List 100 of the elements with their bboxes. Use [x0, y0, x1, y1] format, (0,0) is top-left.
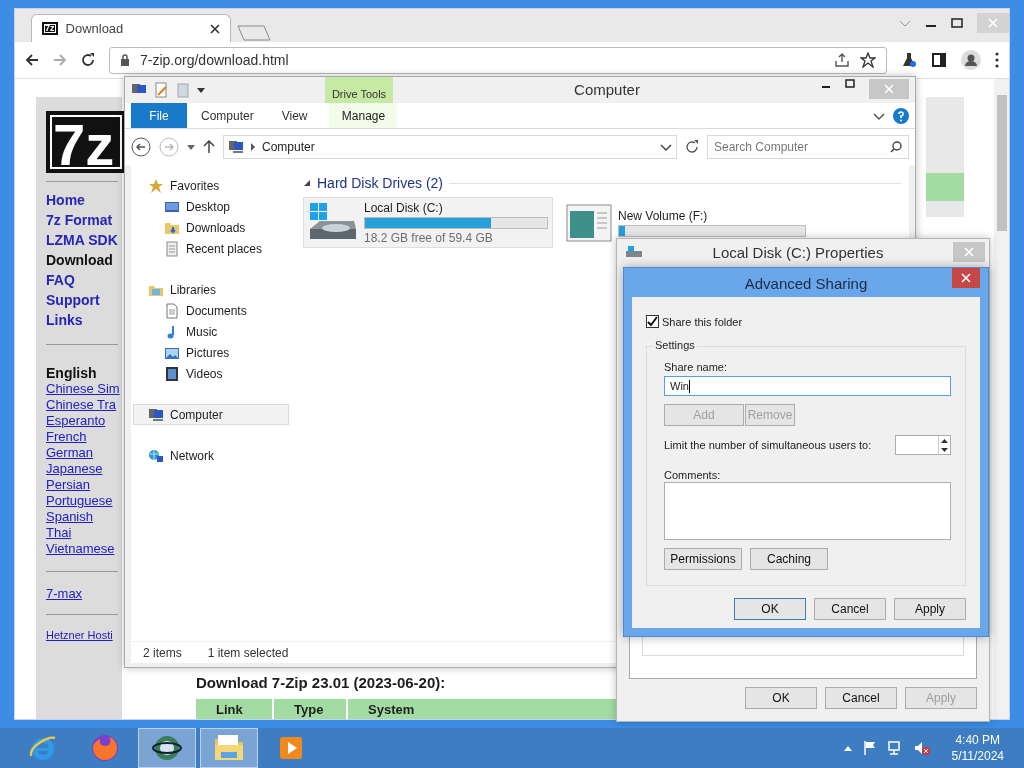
chevron-up-icon[interactable]: [843, 745, 852, 751]
nav-link[interactable]: FAQ: [46, 270, 122, 290]
lock-icon: [120, 54, 130, 66]
site-favicon: 7z: [42, 22, 58, 35]
language-link[interactable]: French: [46, 429, 122, 445]
flask-icon[interactable]: [901, 52, 917, 68]
dialog-button[interactable]: OK: [745, 687, 817, 709]
refresh-icon[interactable]: [685, 140, 699, 154]
browser-tab[interactable]: 7z Download: [31, 14, 231, 42]
checkbox-label: Share this folder: [662, 315, 743, 328]
nav-link[interactable]: LZMA SDK: [46, 230, 122, 250]
up-icon[interactable]: [203, 140, 215, 154]
maximize-icon[interactable]: [845, 79, 855, 89]
fox-globe-icon: [89, 732, 121, 764]
dropdown-icon[interactable]: [187, 143, 195, 151]
group-heading: Hard Disk Drives (2): [317, 175, 443, 191]
back-icon[interactable]: [131, 137, 151, 157]
language-link[interactable]: Thai: [46, 525, 122, 541]
chevron-down-icon[interactable]: [660, 142, 672, 152]
language-link[interactable]: Spanish: [46, 509, 122, 525]
computer-icon: [148, 406, 164, 423]
nav-item[interactable]: Favorites: [133, 175, 289, 196]
maximize-icon[interactable]: [951, 18, 963, 28]
collapse-icon[interactable]: [303, 179, 311, 187]
text-field[interactable]: Win: [664, 376, 951, 396]
checkbox[interactable]: [646, 315, 659, 328]
dropdown-icon[interactable]: [197, 86, 205, 94]
dialog-button[interactable]: Caching: [750, 548, 828, 570]
network-icon: [148, 447, 164, 464]
sponsor-link[interactable]: Hetzner Hosti: [46, 629, 122, 641]
flag-icon[interactable]: [861, 740, 878, 756]
column-header: Type: [274, 699, 348, 719]
nav-item[interactable]: Pictures: [133, 342, 289, 363]
chevron-down-icon[interactable]: [873, 110, 885, 121]
section-heading: Download 7-Zip 23.01 (2023-06-20):: [196, 674, 447, 691]
drive-name: Local Disk (C:): [364, 200, 444, 215]
nav-item[interactable]: Libraries: [133, 279, 289, 300]
table-cell: [926, 173, 964, 201]
nav-link[interactable]: 7z Format: [46, 210, 122, 230]
search-field[interactable]: Search Computer: [707, 135, 909, 159]
nav-link[interactable]: Download: [46, 250, 122, 270]
language-link[interactable]: Japanese: [46, 461, 122, 477]
dialog-button[interactable]: Apply: [894, 598, 966, 620]
reload-icon[interactable]: [81, 53, 95, 67]
taskbar-app[interactable]: [138, 728, 196, 768]
menu-icon[interactable]: [995, 52, 999, 68]
nav-item[interactable]: Downloads: [133, 217, 289, 238]
address-field[interactable]: Computer: [223, 135, 677, 159]
language-link[interactable]: Chinese Tra: [46, 397, 122, 413]
nav-link[interactable]: Home: [46, 190, 122, 210]
language-link[interactable]: Portuguese: [46, 493, 122, 509]
language-link[interactable]: English: [46, 365, 122, 381]
ribbon-tab[interactable]: View: [267, 103, 322, 128]
field-label: Share name:: [664, 361, 728, 373]
nav-item[interactable]: Music: [133, 321, 289, 342]
back-icon[interactable]: [25, 53, 39, 67]
dialog-button[interactable]: Permissions: [664, 548, 742, 570]
nav-item[interactable]: Computer: [133, 404, 289, 425]
drive-tile[interactable]: Local Disk (C:) 18.2 GB free of 59.4 GB: [303, 197, 553, 248]
nav-item[interactable]: Network: [133, 445, 289, 466]
drive-name: New Volume (F:): [618, 208, 709, 223]
ribbon-tab[interactable]: Manage: [329, 103, 398, 128]
nav-item[interactable]: Desktop: [133, 196, 289, 217]
nav-item[interactable]: Recent places: [133, 238, 289, 259]
close-icon: [884, 84, 894, 94]
page-link[interactable]: 7-max: [46, 586, 122, 602]
nav-item[interactable]: Documents: [133, 300, 289, 321]
nav-link[interactable]: Links: [46, 310, 122, 330]
clock[interactable]: 4:40 PM 5/11/2024: [951, 732, 1004, 764]
star-icon[interactable]: [860, 52, 876, 68]
number-spinner[interactable]: [895, 435, 951, 455]
language-link[interactable]: Chinese Sim: [46, 381, 122, 397]
avatar-icon[interactable]: [961, 50, 981, 70]
tab-close-icon: [210, 23, 220, 34]
nav-link[interactable]: Support: [46, 290, 122, 310]
address-field[interactable]: 7-zip.org/download.html: [109, 46, 887, 74]
dialog-button[interactable]: Cancel: [825, 687, 897, 709]
share-icon[interactable]: [834, 52, 850, 68]
search-icon: [890, 141, 902, 153]
language-link[interactable]: Persian: [46, 477, 122, 493]
comments-field[interactable]: [664, 482, 951, 540]
dialog-button[interactable]: OK: [734, 598, 806, 620]
ribbon-tab[interactable]: Computer: [187, 103, 268, 128]
speaker-muted-icon[interactable]: [913, 740, 930, 756]
drive-icon: [625, 245, 643, 259]
language-link[interactable]: Vietnamese: [46, 541, 122, 557]
film-icon: [164, 365, 180, 382]
window-title: Computer: [573, 80, 641, 100]
ribbon-tab[interactable]: File: [131, 103, 187, 128]
contextual-tab-group: Drive Tools: [325, 77, 393, 103]
chevron-right-icon: [250, 143, 256, 151]
close-button[interactable]: [952, 268, 980, 288]
language-link[interactable]: German: [46, 445, 122, 461]
dialog-button[interactable]: Cancel: [814, 598, 886, 620]
sidebar-icon[interactable]: [931, 52, 947, 68]
check-icon: [647, 316, 658, 327]
language-link[interactable]: Esperanto: [46, 413, 122, 429]
help-icon[interactable]: [893, 107, 909, 124]
nav-item[interactable]: Videos: [133, 363, 289, 384]
properties-icon[interactable]: [153, 82, 169, 98]
